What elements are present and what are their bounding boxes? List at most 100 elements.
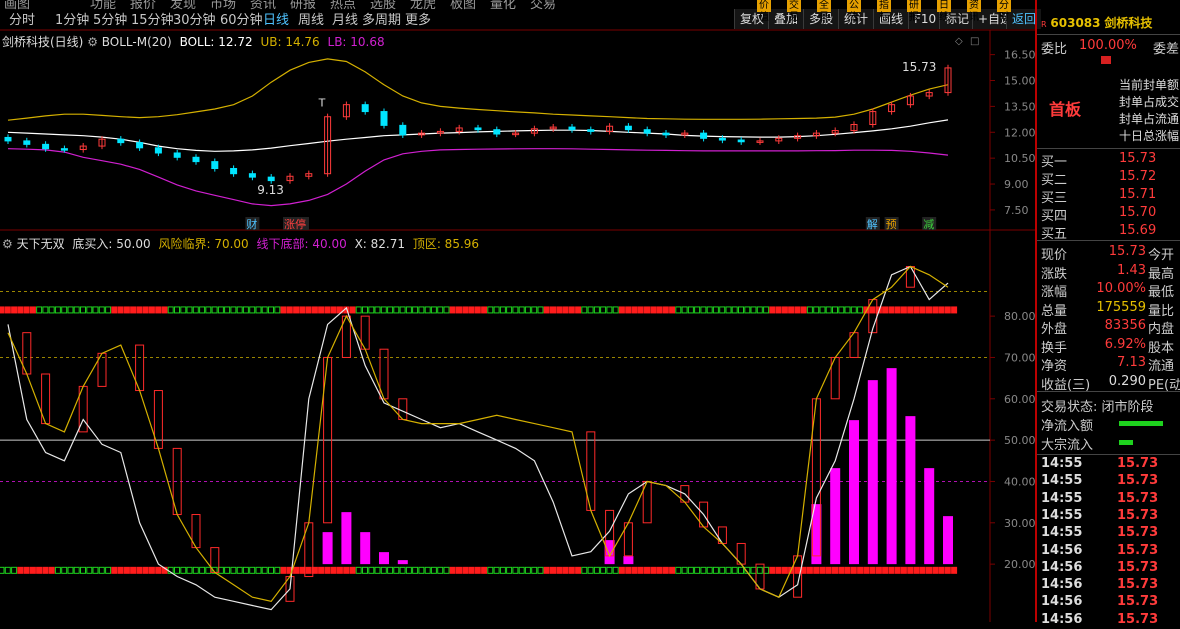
- top-strip-cell: [11, 306, 18, 314]
- candle: [568, 126, 576, 131]
- top-strip-cell: [305, 306, 312, 314]
- tick-time: 14:56: [1041, 559, 1083, 575]
- bottom-strip-cell: [405, 566, 412, 574]
- bottom-strip-cell: [249, 566, 256, 574]
- event-marker[interactable]: 解: [867, 217, 878, 231]
- top-strip-cell: [130, 306, 137, 314]
- bottom-strip-cell: [330, 566, 337, 574]
- bottom-strip-cell: [926, 566, 932, 574]
- value-tick-label: 40.00: [1004, 475, 1035, 488]
- top-strip-cell: [48, 306, 55, 314]
- block-inflow-bar: [1119, 440, 1133, 445]
- top-strip-cell: [224, 306, 231, 314]
- block-inflow-row: 大宗流入: [1041, 434, 1180, 453]
- event-marker[interactable]: 财: [246, 217, 257, 231]
- top-strip-cell: [882, 306, 889, 314]
- bottom-strip-cell: [644, 566, 650, 574]
- bottom-strip-cell: [543, 566, 550, 574]
- event-marker[interactable]: 预: [886, 218, 897, 231]
- tick-time: 14:56: [1041, 611, 1083, 627]
- top-badge[interactable]: 指标: [877, 0, 891, 23]
- tick-time: 14:56: [1041, 594, 1083, 610]
- top-strip-cell: [681, 306, 688, 314]
- diamond-icon[interactable]: ◇: [955, 36, 963, 47]
- top-badge[interactable]: 研报: [907, 0, 921, 23]
- quote-extra: 最高: [1148, 266, 1175, 282]
- magenta-bar: [360, 532, 371, 565]
- quote-extra: 股本: [1148, 340, 1175, 356]
- tick-time: 14:56: [1041, 577, 1083, 593]
- bottom-strip-cell: [919, 566, 926, 574]
- top-badge[interactable]: 分时: [997, 0, 1011, 23]
- toggle-icon[interactable]: [1101, 56, 1111, 64]
- top-strip-cell: [618, 306, 625, 314]
- top-strip-cell: [349, 306, 356, 314]
- tick-price: 15.73: [1117, 507, 1159, 523]
- white-line: [7, 265, 949, 611]
- top-strip-cell: [0, 306, 5, 314]
- top-strip-cell: [687, 306, 694, 314]
- top-strip-cell: [23, 306, 30, 314]
- top-strip-cell: [543, 306, 550, 314]
- bottom-strip-cell: [199, 566, 206, 574]
- high-label: 15.73: [902, 60, 936, 74]
- top-badge[interactable]: 资讯: [967, 0, 981, 23]
- top-strip-cell: [324, 306, 331, 314]
- price-tick-label: 12.00: [1004, 126, 1035, 139]
- top-badge[interactable]: 价值: [757, 0, 771, 23]
- tick-row: 14:55 15.73: [1041, 508, 1180, 525]
- top-strip-cell: [186, 306, 193, 314]
- bottom-strip-cell: [92, 566, 99, 574]
- top-strip-cell: [794, 306, 801, 314]
- top-strip-cell: [775, 306, 782, 314]
- event-marker[interactable]: 减: [923, 218, 934, 231]
- top-strip-cell: [844, 306, 851, 314]
- top-strip-cell: [524, 306, 531, 314]
- stock-title: R 603083 剑桥科技: [1041, 14, 1152, 31]
- bottom-strip-cell: [806, 566, 813, 574]
- top-strip-cell: [512, 306, 519, 314]
- bottom-strip-cell: [769, 566, 776, 574]
- magenta-bar: [886, 368, 897, 565]
- top-strip-cell: [938, 306, 945, 314]
- bottom-strip-cell: [725, 566, 732, 574]
- event-marker[interactable]: 涨停: [284, 217, 306, 231]
- top-strip-cell: [299, 306, 306, 314]
- tick-row: 14:55 15.73: [1041, 473, 1180, 490]
- candle: [42, 143, 50, 150]
- top-strip-cell: [405, 306, 412, 314]
- top-strip-cell: [888, 306, 895, 314]
- bottom-strip-cell: [36, 566, 43, 574]
- tick-row: 14:56 15.73: [1041, 594, 1180, 611]
- bottom-strip-cell: [412, 566, 419, 574]
- bottom-strip-cell: [888, 566, 895, 574]
- bottom-strip-cell: [556, 566, 563, 574]
- value-tick-label: 80.00: [1004, 310, 1035, 323]
- quote-row: 换手 6.92% 股本: [1041, 337, 1180, 356]
- bottom-strip-cell: [424, 566, 431, 574]
- price-tick-label: 16.50: [1004, 49, 1035, 62]
- value-tick-label: 50.00: [1004, 434, 1035, 447]
- charts-svg: 16.50 15.00 13.50 12.00 10.50 9.00 7.50 80.00 70…: [0, 29, 1035, 622]
- quote-label: 收益(三): [1041, 377, 1091, 393]
- quote-value: 83356: [1104, 318, 1146, 333]
- bottom-strip-cell: [318, 566, 325, 574]
- quote-value: 175559: [1096, 299, 1146, 315]
- top-badge[interactable]: 交易: [787, 0, 801, 23]
- top-strip-cell: [781, 306, 788, 314]
- top-strip-cell: [926, 306, 932, 314]
- top-badge[interactable]: 公告: [847, 0, 861, 23]
- top-strip-cell: [894, 306, 901, 314]
- magenta-bar: [830, 468, 841, 565]
- top-badge[interactable]: 全景: [817, 0, 831, 23]
- top-strip-cell: [374, 306, 381, 314]
- square-icon[interactable]: □: [970, 36, 979, 47]
- top-strip-cell: [418, 306, 425, 314]
- quote-value: 15.73: [1108, 244, 1146, 259]
- top-strip-cell: [86, 306, 93, 314]
- magenta-bar: [623, 556, 634, 565]
- bottom-strip-cell: [562, 566, 569, 574]
- top-strip-cell: [725, 306, 732, 314]
- bottom-strip-cell: [280, 566, 287, 574]
- top-badge[interactable]: 日线: [937, 0, 951, 23]
